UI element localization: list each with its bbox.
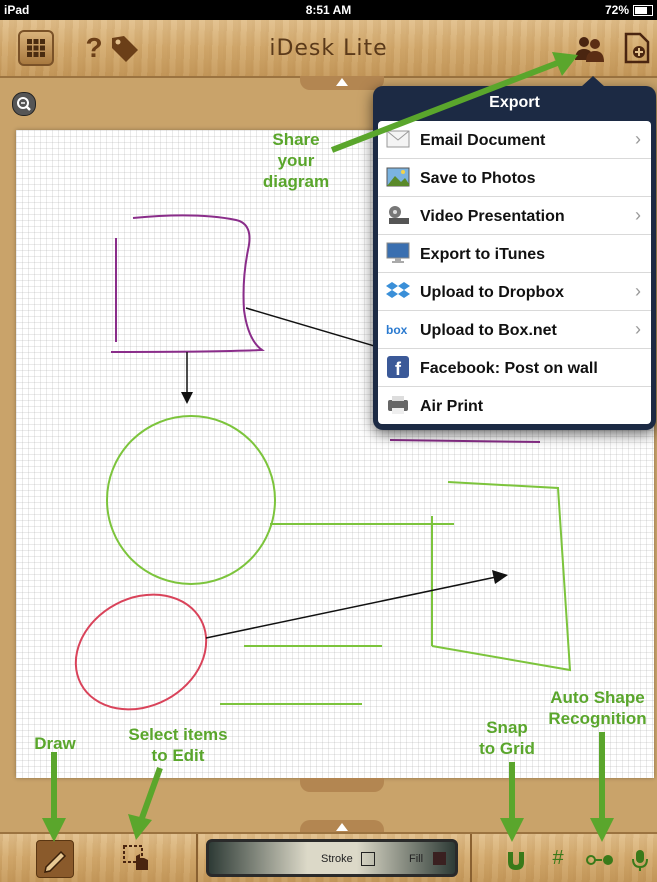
magnet-icon[interactable] [498, 840, 534, 876]
bottom-toolbar: Stroke Fill # [0, 832, 657, 882]
battery-icon [633, 5, 653, 16]
arrowhead-down [181, 392, 193, 404]
chevron-right-icon: › [635, 319, 641, 339]
stroke-color-swatch[interactable] [361, 852, 375, 866]
fill-color-swatch[interactable] [433, 852, 446, 865]
export-item-label: Export to iTunes [420, 246, 546, 263]
email-document-item[interactable]: Email Document › [378, 121, 651, 159]
top-toolbar: ? iDesk Lite [0, 20, 657, 78]
export-item-label: Upload to Box.net [420, 322, 557, 339]
battery-percent: 72% [604, 3, 629, 17]
upload-to-dropbox-item[interactable]: Upload to Dropbox › [378, 273, 651, 311]
stroke-fill-color-well[interactable]: Stroke Fill [206, 839, 458, 877]
upload-to-box-item[interactable]: box Upload to Box.net › [378, 311, 651, 349]
draw-tool-button[interactable] [36, 840, 74, 878]
svg-text:f: f [395, 359, 402, 378]
export-item-label: Upload to Dropbox [420, 284, 564, 301]
share-callout: Share your diagram [255, 129, 337, 192]
shape-recognition-icon[interactable] [582, 840, 618, 876]
facebook-icon: f [386, 356, 410, 379]
export-item-label: Air Print [420, 398, 484, 415]
air-print-item[interactable]: Air Print [378, 387, 651, 424]
bottom-panel-handle [300, 778, 384, 792]
video-presentation-item[interactable]: Video Presentation › [378, 197, 651, 235]
clock: 8:51 AM [305, 3, 352, 17]
select-callout-line: to Edit [151, 746, 205, 765]
share-callout-line: your [277, 151, 315, 170]
auto-shape-callout-line: Recognition [548, 709, 647, 728]
printer-icon [386, 394, 410, 416]
stroke-label: Stroke [321, 853, 353, 865]
chevron-right-icon: › [635, 205, 641, 225]
top-panel-toggle[interactable] [300, 76, 384, 90]
export-item-label: Save to Photos [420, 170, 536, 187]
arrowhead-right [492, 570, 508, 584]
select-tool-button[interactable] [120, 840, 156, 876]
microphone-icon[interactable] [626, 840, 654, 876]
export-item-label: Video Presentation [420, 208, 565, 225]
dropbox-icon [386, 280, 410, 302]
film-reel-icon [386, 204, 410, 226]
box-icon: box [386, 318, 410, 340]
select-callout-line: Select items [128, 725, 228, 744]
purple-shape [110, 214, 265, 353]
red-ellipse [74, 593, 208, 711]
connector-arrow-right [205, 576, 497, 639]
app-title: iDesk Lite [269, 36, 388, 61]
people-icon[interactable] [572, 30, 608, 66]
auto-shape-callout-line: Auto Shape [550, 688, 645, 707]
snap-callout-line: to Grid [479, 739, 535, 758]
fill-label: Fill [409, 853, 424, 865]
svg-text:box: box [386, 323, 408, 337]
photos-icon [386, 166, 410, 188]
save-to-photos-item[interactable]: Save to Photos [378, 159, 651, 197]
purple-shape-bottom-right [389, 439, 541, 443]
chevron-right-icon: › [635, 129, 641, 149]
connector-line [245, 307, 389, 351]
share-callout-line: diagram [262, 172, 330, 191]
facebook-post-item[interactable]: f Facebook: Post on wall [378, 349, 651, 387]
grid-toggle-icon[interactable]: # [540, 840, 576, 876]
envelope-icon [386, 128, 410, 150]
export-popover: Export Email Document › Save to Photos V… [373, 76, 656, 430]
chevron-right-icon: › [635, 281, 641, 301]
zoom-icon[interactable] [12, 92, 36, 116]
auto-shape-callout: Auto Shape Recognition [538, 687, 657, 729]
green-circle [106, 415, 276, 585]
monitor-icon [386, 242, 410, 264]
status-bar: iPad 8:51 AM 72% [0, 0, 657, 20]
pencil-icon [44, 850, 67, 873]
draw-callout: Draw [34, 734, 76, 753]
share-callout-line: Share [272, 130, 320, 149]
hand-pointer-icon [136, 854, 148, 870]
export-item-label: Email Document [420, 132, 546, 149]
new-document-icon[interactable] [618, 30, 654, 66]
export-list: Email Document › Save to Photos Video Pr… [378, 121, 651, 424]
select-callout: Select items to Edit [104, 724, 252, 766]
export-item-label: Facebook: Post on wall [420, 360, 598, 377]
export-title: Export [489, 94, 540, 111]
export-to-itunes-item[interactable]: Export to iTunes [378, 235, 651, 273]
